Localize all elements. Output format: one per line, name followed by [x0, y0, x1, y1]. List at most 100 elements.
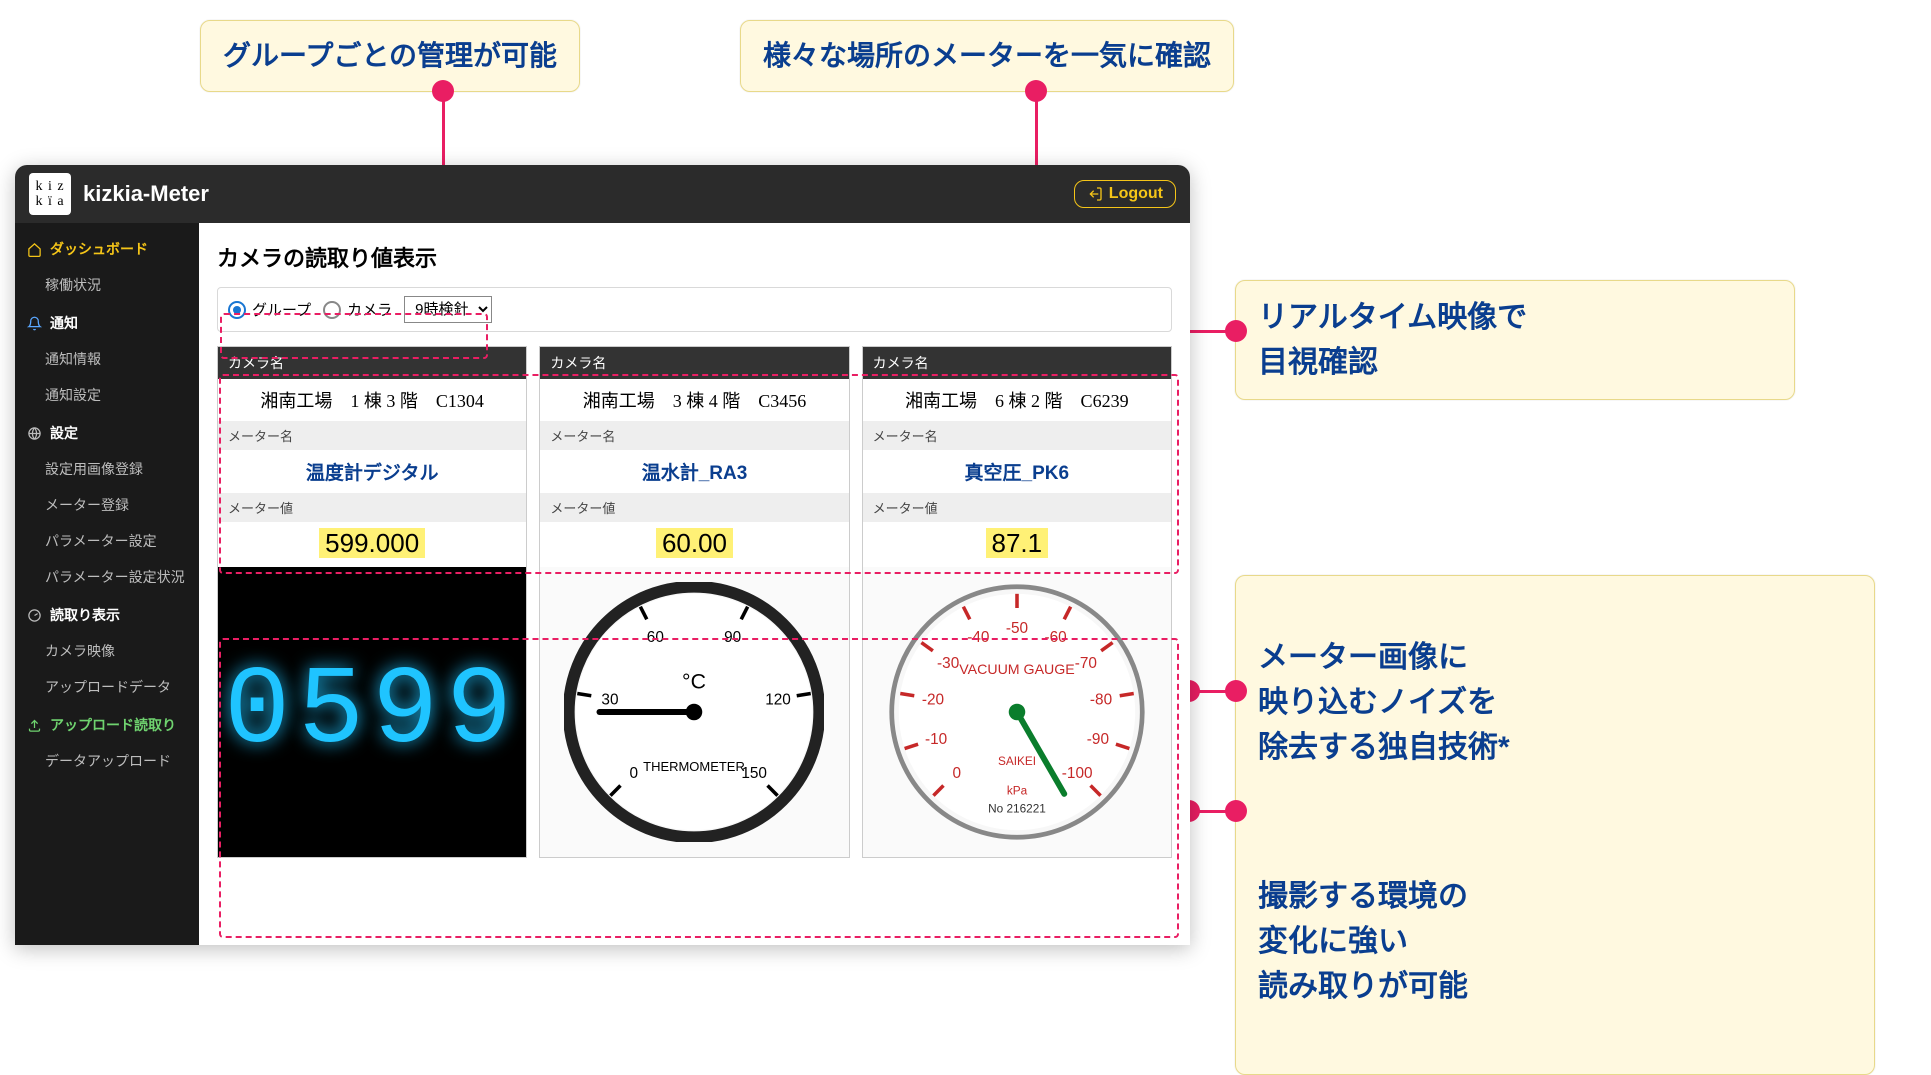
svg-text:60: 60 [647, 629, 664, 646]
card-location: 湘南工場 6 棟 2 階 C6239 [863, 379, 1171, 421]
sidebar-section-settings: 設定 設定用画像登録 メーター登録 パラメーター設定 パラメーター設定状況 [15, 413, 199, 595]
annotation-group-management: グループごとの管理が可能 [200, 20, 580, 92]
sidebar-head-settings[interactable]: 設定 [15, 413, 199, 451]
annotation-dot [1225, 800, 1247, 822]
page-title: カメラの読取り値表示 [217, 241, 1172, 273]
svg-text:-60: -60 [1044, 629, 1066, 646]
card-header-meter-name: メーター名 [540, 421, 848, 450]
svg-text:-30: -30 [937, 655, 959, 672]
filter-bar: グループ カメラ 9時検針 [217, 287, 1172, 332]
logout-label: Logout [1109, 185, 1163, 203]
sidebar-head-reading[interactable]: 読取り表示 [15, 595, 199, 633]
sidebar-item-camera-video[interactable]: カメラ映像 [15, 633, 199, 669]
bell-icon [27, 316, 42, 331]
logout-button[interactable]: Logout [1074, 180, 1176, 208]
sidebar-item-param-status[interactable]: パラメーター設定状況 [15, 559, 199, 595]
sidebar-head-notify[interactable]: 通知 [15, 303, 199, 341]
svg-text:-70: -70 [1075, 655, 1097, 672]
sidebar-head-upload[interactable]: アップロード読取り [15, 705, 199, 743]
card-meter-image: 0599 [218, 567, 526, 857]
svg-text:150: 150 [742, 765, 768, 782]
annotation-realtime: リアルタイム映像で 目視確認 [1235, 280, 1795, 400]
sidebar-head-label: 読取り表示 [50, 605, 120, 625]
svg-text:120: 120 [766, 692, 792, 709]
logo-line: k i z [35, 179, 64, 194]
radio-camera[interactable] [323, 301, 341, 319]
logo-line: k ï a [35, 194, 64, 209]
svg-text:0: 0 [952, 765, 961, 782]
sidebar-item-upload-data[interactable]: アップロードデータ [15, 669, 199, 705]
filter-radio-camera[interactable]: カメラ [323, 299, 392, 320]
meter-card: カメラ名 湘南工場 6 棟 2 階 C6239 メーター名 真空圧_PK6 メー… [862, 346, 1172, 858]
sidebar-section-notify: 通知 通知情報 通知設定 [15, 303, 199, 413]
svg-text:-90: -90 [1087, 731, 1109, 748]
svg-text:-20: -20 [922, 692, 944, 709]
gauge-image: 0-10-20-30-40-50-60-70-80-90-100 VACUUM … [887, 582, 1147, 842]
annotation-dot [432, 80, 454, 102]
svg-text:30: 30 [602, 692, 619, 709]
card-header-meter-name: メーター名 [863, 421, 1171, 450]
meter-cards: カメラ名 湘南工場 1 棟 3 階 C1304 メーター名 温度計デジタル メー… [217, 346, 1172, 858]
main-content: カメラの読取り値表示 グループ カメラ 9時検針 カメラ名 湘南工場 1 棟 3… [199, 223, 1190, 945]
card-meter-name[interactable]: 温水計_RA3 [540, 450, 848, 493]
annotation-dot [1225, 680, 1247, 702]
card-meter-value: 599.000 [218, 522, 526, 567]
card-header-camera: カメラ名 [218, 347, 526, 379]
app-header: k i z k ï a kizkia-Meter Logout [15, 165, 1190, 223]
svg-text:°C: °C [683, 669, 707, 693]
sidebar-item-param-settings[interactable]: パラメーター設定 [15, 523, 199, 559]
svg-text:90: 90 [725, 629, 742, 646]
svg-text:kPa: kPa [1007, 784, 1028, 798]
svg-text:-100: -100 [1062, 765, 1093, 782]
sidebar-item-notify-info[interactable]: 通知情報 [15, 341, 199, 377]
svg-text:No 216221: No 216221 [988, 801, 1046, 815]
card-header-meter-name: メーター名 [218, 421, 526, 450]
card-header-camera: カメラ名 [863, 347, 1171, 379]
annotation-noise-removal-text: メーター画像に 映り込むノイズを 除去する独自技術* [1258, 635, 1852, 770]
app-window: k i z k ï a kizkia-Meter Logout ダッシュボード [15, 165, 1190, 945]
app-logo-icon: k i z k ï a [29, 173, 71, 215]
lcd-image: 0599 [218, 567, 526, 857]
svg-text:-80: -80 [1090, 692, 1112, 709]
sidebar-head-label: ダッシュボード [50, 239, 148, 259]
card-header-camera: カメラ名 [540, 347, 848, 379]
sidebar: ダッシュボード 稼働状況 通知 通知情報 通知設定 [15, 223, 199, 945]
sidebar-section-dashboard: ダッシュボード 稼働状況 [15, 229, 199, 303]
annotation-robust-reading-text: 撮影する環境の 変化に強い 読み取りが可能 [1258, 874, 1852, 1009]
card-header-meter-value: メーター値 [863, 493, 1171, 522]
home-icon [27, 242, 42, 257]
sidebar-item-data-upload[interactable]: データアップロード [15, 743, 199, 779]
sidebar-item-image-register[interactable]: 設定用画像登録 [15, 451, 199, 487]
filter-group-label: グループ [252, 299, 311, 320]
sidebar-head-label: 設定 [50, 423, 78, 443]
app-title: kizkia-Meter [83, 181, 209, 207]
svg-text:0: 0 [630, 765, 639, 782]
sidebar-item-meter-register[interactable]: メーター登録 [15, 487, 199, 523]
sidebar-head-dashboard[interactable]: ダッシュボード [15, 229, 199, 267]
svg-text:VACUUM GAUGE: VACUUM GAUGE [959, 662, 1075, 678]
filter-select[interactable]: 9時検針 [404, 296, 492, 323]
svg-text:-10: -10 [925, 731, 947, 748]
card-meter-image: 0-10-20-30-40-50-60-70-80-90-100 VACUUM … [863, 567, 1171, 857]
card-location: 湘南工場 3 棟 4 階 C3456 [540, 379, 848, 421]
brand: k i z k ï a kizkia-Meter [29, 173, 209, 215]
sidebar-item-status[interactable]: 稼働状況 [15, 267, 199, 303]
card-meter-name[interactable]: 真空圧_PK6 [863, 450, 1171, 493]
sidebar-item-notify-settings[interactable]: 通知設定 [15, 377, 199, 413]
annotation-dot [1025, 80, 1047, 102]
radio-group[interactable] [228, 301, 246, 319]
card-meter-name[interactable]: 温度計デジタル [218, 450, 526, 493]
filter-radio-group[interactable]: グループ [228, 299, 311, 320]
annotation-multi-location: 様々な場所のメーターを一気に確認 [740, 20, 1234, 92]
upload-icon [27, 718, 42, 733]
sidebar-head-label: 通知 [50, 313, 78, 333]
globe-icon [27, 426, 42, 441]
sidebar-section-upload: アップロード読取り データアップロード [15, 705, 199, 779]
gauge-icon [27, 608, 42, 623]
gauge-image: 0306090120150 °C THERMOMETER [564, 582, 824, 842]
meter-card: カメラ名 湘南工場 1 棟 3 階 C1304 メーター名 温度計デジタル メー… [217, 346, 527, 858]
card-meter-value: 87.1 [863, 522, 1171, 567]
svg-text:-50: -50 [1006, 620, 1028, 637]
card-meter-image: 0306090120150 °C THERMOMETER [540, 567, 848, 857]
card-location: 湘南工場 1 棟 3 階 C1304 [218, 379, 526, 421]
